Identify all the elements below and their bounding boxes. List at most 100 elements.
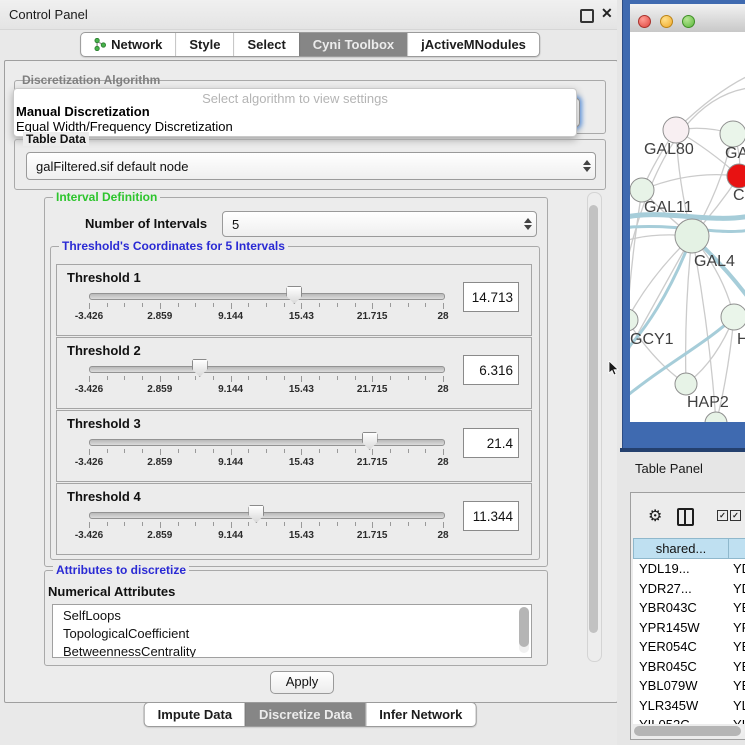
tab-impute-data[interactable]: Impute Data [145, 703, 245, 726]
network-node[interactable] [721, 304, 745, 330]
bottom-tab-bar: Impute Data Discretize Data Infer Networ… [144, 702, 477, 727]
axis-tick-label: -3.426 [75, 384, 103, 395]
network-edge[interactable] [630, 190, 642, 320]
control-panel: Control Panel ✕ Network Style Select Cyn… [0, 0, 620, 745]
attributes-list[interactable]: SelfLoops TopologicalCoefficient Betweenne… [52, 604, 532, 658]
threshold-slider-thumb[interactable] [362, 432, 378, 450]
axis-tick-label: 2.859 [147, 530, 172, 541]
axis-tick-label: 21.715 [357, 457, 388, 468]
minimize-traffic-light-icon[interactable] [660, 15, 673, 28]
number-of-intervals-value: 5 [223, 217, 520, 232]
threshold-slider-track[interactable] [89, 366, 445, 373]
network-node[interactable] [720, 121, 745, 147]
zoom-traffic-light-icon[interactable] [682, 15, 695, 28]
threshold-panel: Threshold 4 -3.4262.8599.14415.4321.7152… [56, 483, 532, 555]
network-node-label: GA [725, 145, 745, 162]
control-panel-titlebar: Control Panel ✕ [0, 0, 620, 30]
threshold-value-field[interactable]: 6.316 [463, 355, 519, 385]
threshold-label: Threshold 1 [67, 270, 141, 285]
gear-icon[interactable]: ⚙ [648, 506, 662, 526]
network-node-label: GAL11 [644, 199, 693, 216]
table-panel-title: Table Panel [635, 461, 703, 476]
network-node-label: GCY1 [630, 331, 674, 348]
threshold-panel: Threshold 2 -3.4262.8599.14415.4321.7152… [56, 337, 532, 409]
interval-group-title: Interval Definition [53, 190, 160, 204]
network-node[interactable] [630, 309, 638, 331]
threshold-slider-track[interactable] [89, 512, 445, 519]
threshold-slider-track[interactable] [89, 293, 445, 300]
combo-stepper-icon [520, 218, 536, 230]
table-row[interactable]: YER054CYER05 [633, 639, 745, 658]
axis-tick-label: 9.144 [218, 384, 243, 395]
table-row[interactable]: YIL052CYIL05 [633, 717, 745, 724]
checkbox-icon[interactable]: ✓ [717, 510, 728, 521]
network-canvas[interactable]: GAL80GACGAL11GAL4GCY1HHAP2 [630, 32, 745, 422]
tab-network[interactable]: Network [81, 33, 175, 56]
threshold-slider-track[interactable] [89, 439, 445, 446]
top-tab-bar: Network Style Select Cyni Toolbox jActiv… [80, 32, 540, 57]
attribute-list-item[interactable]: BetweennessCentrality [63, 644, 196, 658]
cell-shared-name: YLR345W [639, 698, 725, 713]
algorithm-option-manual[interactable]: Manual Discretization [16, 104, 150, 119]
table-hscrollbar-thumb[interactable] [634, 726, 741, 736]
threshold-slider-thumb[interactable] [192, 359, 208, 377]
panel-scrollbar-thumb[interactable] [589, 205, 598, 633]
threshold-slider-thumb[interactable] [248, 505, 264, 523]
axis-tick-label: 15.43 [289, 457, 314, 468]
network-node[interactable] [663, 117, 689, 143]
network-node[interactable] [705, 412, 727, 422]
attribute-list-item[interactable]: SelfLoops [63, 608, 121, 623]
tab-cyni-toolbox[interactable]: Cyni Toolbox [299, 33, 407, 56]
number-of-intervals-combobox[interactable]: 5 [222, 211, 537, 237]
checkbox-icon[interactable]: ✓ [730, 510, 741, 521]
cell-shared-name: YPR145W [639, 620, 725, 635]
number-of-intervals-label: Number of Intervals [85, 216, 207, 231]
table-row[interactable]: YDR27...YDR27 [633, 581, 745, 600]
tab-discretize-data[interactable]: Discretize Data [245, 703, 365, 726]
axis-tick-label: -3.426 [75, 311, 103, 322]
cell-shared-name: YDL19... [639, 561, 725, 576]
network-icon [94, 38, 106, 51]
table-row[interactable]: YBR043CYBR04 [633, 600, 745, 619]
tab-jactivemnodules[interactable]: jActiveMNodules [407, 33, 539, 56]
close-icon[interactable]: ✕ [601, 5, 613, 22]
table-data-combobox[interactable]: galFiltered.sif default node [26, 152, 596, 180]
threshold-value-field[interactable]: 14.713 [463, 282, 519, 312]
float-window-icon[interactable] [580, 9, 594, 23]
network-node[interactable] [675, 219, 709, 253]
network-edge[interactable] [642, 175, 739, 190]
table-horizontal-scrollbar[interactable] [633, 726, 744, 736]
panel-scrollbar[interactable] [587, 192, 602, 662]
close-traffic-light-icon[interactable] [638, 15, 651, 28]
attributes-list-scrollbar[interactable] [519, 607, 529, 653]
table-panel: ⚙ ✓ ✓ shared... n YDL19...YDL19YDR27...Y… [630, 492, 745, 740]
threshold-label: Threshold 3 [67, 416, 141, 431]
threshold-value-field[interactable]: 11.344 [463, 501, 519, 531]
axis-tick-label: 9.144 [218, 457, 243, 468]
table-row[interactable]: YPR145WYPR14 [633, 620, 745, 639]
split-table-icon[interactable] [677, 508, 694, 526]
table-row[interactable]: YBR045CYBR04 [633, 659, 745, 678]
attributes-scrollbar-thumb[interactable] [519, 607, 529, 647]
table-row[interactable]: YBL079WYBL07 [633, 678, 745, 697]
attribute-list-item[interactable]: TopologicalCoefficient [63, 626, 189, 641]
table-row[interactable]: YLR345WYLR34 [633, 698, 745, 717]
threshold-value-field[interactable]: 21.4 [463, 428, 519, 458]
threshold-slider-thumb[interactable] [286, 286, 302, 304]
axis-tick-label: 2.859 [147, 384, 172, 395]
apply-button[interactable]: Apply [270, 671, 334, 694]
cell-name: YBR04 [733, 600, 745, 615]
column-header-name[interactable]: n [729, 538, 745, 559]
tab-infer-network[interactable]: Infer Network [365, 703, 475, 726]
cell-name: YIL05 [733, 717, 745, 724]
column-header-shared-name[interactable]: shared... [633, 538, 729, 559]
network-node[interactable] [675, 373, 697, 395]
axis-tick-label: 21.715 [357, 530, 388, 541]
network-node-label: HAP2 [687, 394, 729, 411]
table-row[interactable]: YDL19...YDL19 [633, 561, 745, 580]
axis-tick-label: 9.144 [218, 530, 243, 541]
tab-select[interactable]: Select [233, 33, 298, 56]
threshold-label: Threshold 4 [67, 489, 141, 504]
network-edge[interactable] [686, 236, 692, 384]
tab-style[interactable]: Style [175, 33, 233, 56]
